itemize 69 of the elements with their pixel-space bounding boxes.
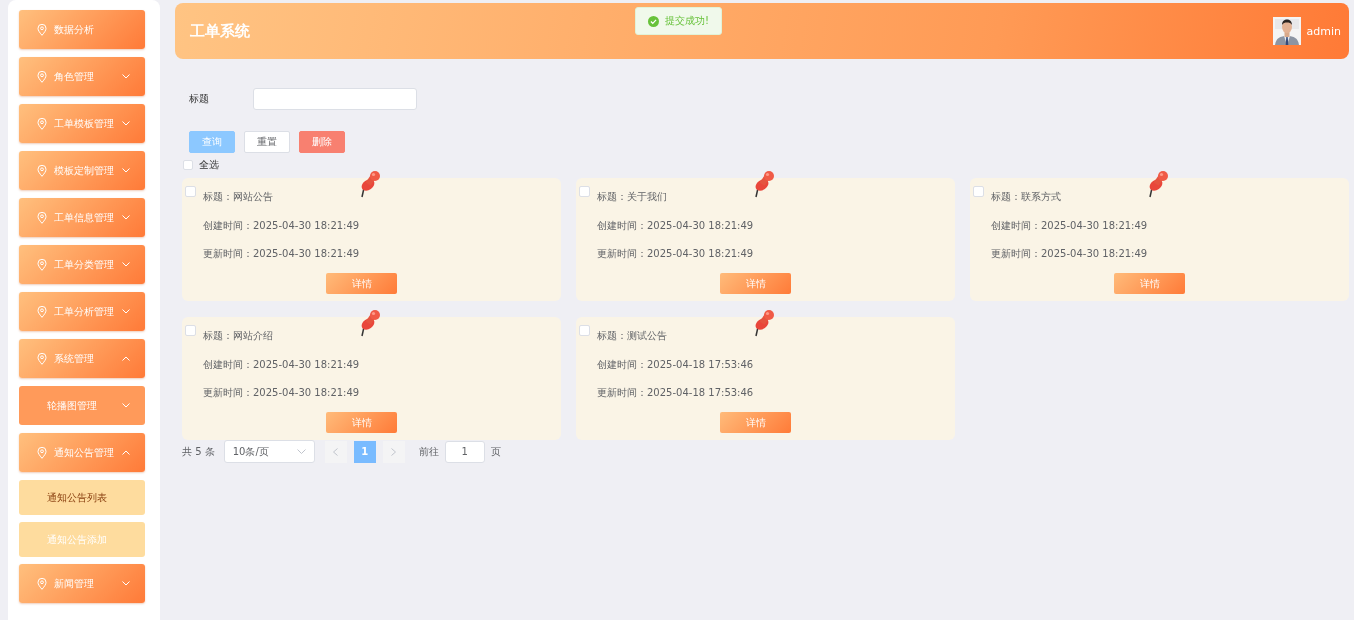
- menu-item[interactable]: 新闻管理: [19, 564, 145, 603]
- card-text: 标题：测试公告: [597, 329, 668, 343]
- card-text: 标题：网站介绍: [203, 329, 274, 343]
- next-page-button[interactable]: [382, 440, 405, 463]
- details-button[interactable]: 详情: [326, 412, 397, 433]
- details-button[interactable]: 详情: [1114, 273, 1185, 294]
- chevron-right-icon: [391, 447, 397, 456]
- card-text: 创建时间：2025-04-30 18:21:49: [203, 218, 361, 233]
- select-all-label: 全选: [199, 158, 219, 172]
- menu-item[interactable]: 模板定制管理: [19, 151, 145, 190]
- checkbox[interactable]: [185, 325, 196, 336]
- card-text: 标题：网站公告: [203, 190, 274, 204]
- title-input[interactable]: [253, 88, 417, 110]
- menu-item[interactable]: 数据分析: [19, 10, 145, 49]
- location-icon: [37, 23, 47, 36]
- menu-item[interactable]: 工单信息管理: [19, 198, 145, 237]
- card-text: 创建时间：2025-04-30 18:21:49: [203, 357, 361, 372]
- delete-button[interactable]: 删除: [299, 131, 345, 153]
- card-text: 创建时间：2025-04-18 17:53:46: [597, 357, 755, 372]
- card-text: 创建时间：2025-04-30 18:21:49: [991, 218, 1149, 233]
- title-label: 标题: [189, 92, 210, 106]
- card-text: 更新时间：2025-04-30 18:21:49: [597, 247, 755, 261]
- card-text: 创建时间：2025-04-30 18:21:49: [597, 218, 755, 233]
- chevron-down-icon: [296, 449, 306, 454]
- details-button[interactable]: 详情: [326, 273, 397, 294]
- location-icon: [37, 70, 47, 83]
- prev-page-button[interactable]: [324, 440, 347, 463]
- user-name[interactable]: admin: [1306, 24, 1341, 38]
- reset-button[interactable]: 重置: [244, 131, 290, 153]
- checkbox[interactable]: [579, 186, 590, 197]
- menu-item[interactable]: 工单分类管理: [19, 245, 145, 284]
- location-icon: [37, 305, 47, 318]
- checkbox[interactable]: [973, 186, 984, 197]
- total-count: 共 5 条: [182, 444, 215, 459]
- location-icon: [37, 446, 47, 459]
- location-icon: [37, 258, 47, 271]
- location-icon: [37, 164, 47, 177]
- page-size-select[interactable]: 10条/页: [223, 440, 315, 463]
- checkbox[interactable]: [185, 186, 196, 197]
- submenu-item[interactable]: 通知公告添加: [19, 522, 145, 557]
- checkbox[interactable]: [183, 160, 193, 170]
- location-icon: [37, 117, 47, 130]
- chevron-left-icon: [333, 447, 339, 456]
- card-text: 更新时间：2025-04-30 18:21:49: [991, 247, 1149, 261]
- card-text: 更新时间：2025-04-18 17:53:46: [597, 386, 755, 400]
- card-text: 更新时间：2025-04-30 18:21:49: [203, 386, 361, 400]
- menu-item[interactable]: 系统管理: [19, 339, 145, 378]
- card-text: 标题：联系方式: [991, 190, 1062, 204]
- submenu-item[interactable]: 轮播图管理: [19, 386, 145, 425]
- goto-label: 前往: [418, 444, 439, 459]
- search-button[interactable]: 查询: [189, 131, 235, 153]
- menu-item[interactable]: 工单模板管理: [19, 104, 145, 143]
- details-button[interactable]: 详情: [720, 412, 791, 433]
- success-toast: 提交成功!: [635, 7, 722, 35]
- page-suffix: 页: [490, 444, 501, 459]
- submenu-item[interactable]: 通知公告列表: [19, 480, 145, 515]
- location-icon: [37, 211, 47, 224]
- check-circle-icon: [648, 15, 659, 27]
- details-button[interactable]: 详情: [720, 273, 791, 294]
- card-text: 标题：关于我们: [597, 190, 668, 204]
- page-input[interactable]: 1: [444, 440, 485, 463]
- page-button[interactable]: 1: [353, 440, 376, 463]
- menu-item[interactable]: 工单分析管理: [19, 292, 145, 331]
- menu-item[interactable]: 通知公告管理: [19, 433, 145, 472]
- card-text: 更新时间：2025-04-30 18:21:49: [203, 247, 361, 261]
- menu-item[interactable]: 角色管理: [19, 57, 145, 96]
- location-icon: [37, 577, 47, 590]
- location-icon: [37, 352, 47, 365]
- checkbox[interactable]: [579, 325, 590, 336]
